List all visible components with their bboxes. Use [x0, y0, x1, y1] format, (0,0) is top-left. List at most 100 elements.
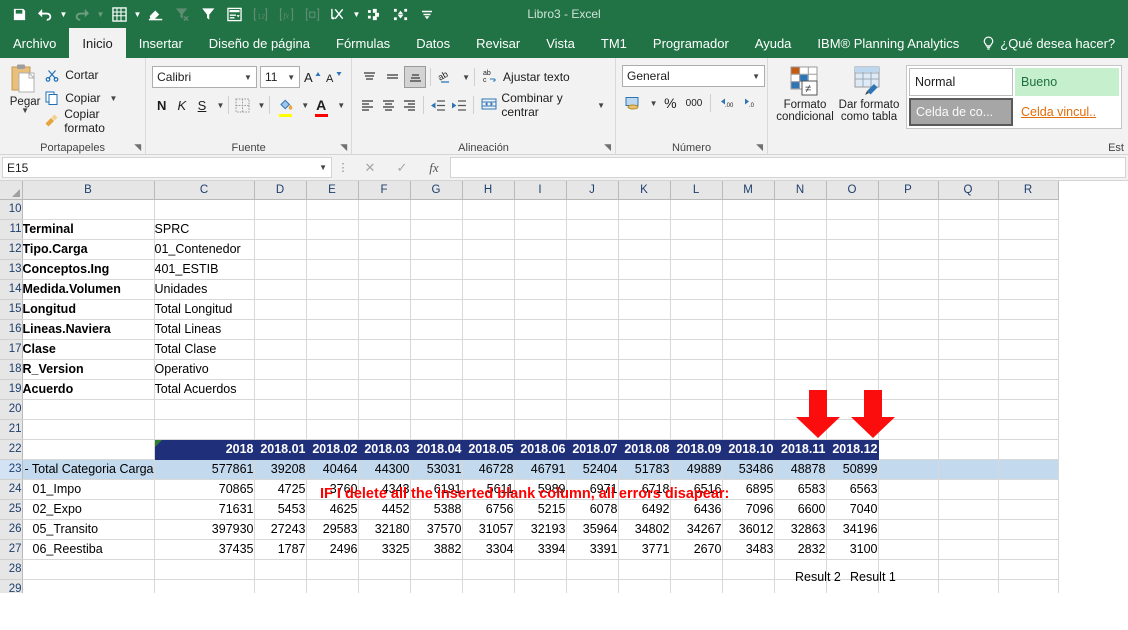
cell-E12[interactable] — [306, 239, 359, 260]
cell-K11[interactable] — [618, 219, 671, 240]
tell-me-box[interactable]: ¿Qué desea hacer? — [972, 28, 1125, 58]
cell-M19[interactable] — [722, 379, 775, 400]
cell-D27[interactable]: 1787 — [254, 539, 307, 560]
cell-O13[interactable] — [826, 259, 879, 280]
cell-N10[interactable] — [774, 199, 827, 220]
cell-L20[interactable] — [670, 399, 723, 420]
cell-D29[interactable] — [254, 579, 307, 593]
column-header-p[interactable]: P — [878, 181, 939, 200]
increase-decimal-icon[interactable]: .00 — [716, 92, 738, 114]
tab-ayuda[interactable]: Ayuda — [742, 28, 805, 58]
cell-P12[interactable] — [878, 239, 939, 260]
cell-C25[interactable]: 71631 — [154, 499, 255, 520]
row-header-23[interactable]: 23 — [0, 459, 23, 480]
cell-Q23[interactable] — [938, 459, 999, 480]
cell-D22[interactable]: 2018.01 — [254, 439, 307, 460]
cell-G16[interactable] — [410, 319, 463, 340]
cell-B29[interactable] — [22, 579, 155, 593]
cell-P26[interactable] — [878, 519, 939, 540]
cell-C24[interactable]: 70865 — [154, 479, 255, 500]
wrap-text-button[interactable]: ab c Ajustar texto — [479, 66, 574, 88]
align-middle-icon[interactable] — [381, 66, 403, 88]
align-center-icon[interactable] — [379, 94, 399, 116]
cell-G18[interactable] — [410, 359, 463, 380]
cell-P29[interactable] — [878, 579, 939, 593]
row-header-15[interactable]: 15 — [0, 299, 23, 320]
cell-P28[interactable] — [878, 559, 939, 580]
cell-Q27[interactable] — [938, 539, 999, 560]
cell-Q13[interactable] — [938, 259, 999, 280]
decrease-indent-icon[interactable] — [428, 94, 448, 116]
cell-J11[interactable] — [566, 219, 619, 240]
cell-R15[interactable] — [998, 299, 1059, 320]
cell-F20[interactable] — [358, 399, 411, 420]
cell-G24[interactable]: 6191 — [410, 479, 463, 500]
merge-center-button[interactable]: Combinar y centrar ▼ — [477, 91, 609, 119]
cell-Q28[interactable] — [938, 559, 999, 580]
borders-icon[interactable] — [233, 94, 252, 116]
cell-R24[interactable] — [998, 479, 1059, 500]
cell-J16[interactable] — [566, 319, 619, 340]
cell-J13[interactable] — [566, 259, 619, 280]
cell-E10[interactable] — [306, 199, 359, 220]
cell-C15[interactable]: Total Longitud — [154, 299, 255, 320]
increase-indent-icon[interactable] — [449, 94, 469, 116]
cell-O23[interactable]: 50899 — [826, 459, 879, 480]
cell-P25[interactable] — [878, 499, 939, 520]
cell-D20[interactable] — [254, 399, 307, 420]
cell-Q21[interactable] — [938, 419, 999, 440]
cell-N28[interactable] — [774, 559, 827, 580]
cell-O29[interactable] — [826, 579, 879, 593]
cell-F27[interactable]: 3325 — [358, 539, 411, 560]
cell-K15[interactable] — [618, 299, 671, 320]
cell-O20[interactable] — [826, 399, 879, 420]
merge-center-dropdown-icon[interactable]: ▼ — [593, 101, 605, 110]
cell-B19[interactable]: Acuerdo — [22, 379, 155, 400]
row-header-26[interactable]: 26 — [0, 519, 23, 540]
cell-F12[interactable] — [358, 239, 411, 260]
font-size-input[interactable]: 11 ▼ — [259, 66, 301, 88]
column-header-q[interactable]: Q — [938, 181, 999, 200]
cell-F19[interactable] — [358, 379, 411, 400]
underline-dropdown-icon[interactable]: ▼ — [213, 101, 225, 110]
spreadsheet-grid[interactable]: B C D E F G H I J K L M N O P Q R 10 11 Terminal SPRC 12 Tipo.… — [0, 181, 1128, 593]
cell-M26[interactable]: 36012 — [722, 519, 775, 540]
cell-H10[interactable] — [462, 199, 515, 220]
currency-format-icon[interactable] — [622, 92, 644, 114]
cell-R14[interactable] — [998, 279, 1059, 300]
cell-Q19[interactable] — [938, 379, 999, 400]
cell-B26[interactable]: 05_Transito — [22, 519, 155, 540]
cell-Q24[interactable] — [938, 479, 999, 500]
cell-E13[interactable] — [306, 259, 359, 280]
currency-dropdown-icon[interactable]: ▼ — [646, 99, 658, 108]
cell-I16[interactable] — [514, 319, 567, 340]
cell-C21[interactable] — [154, 419, 255, 440]
cell-H19[interactable] — [462, 379, 515, 400]
row-header-21[interactable]: 21 — [0, 419, 23, 440]
cell-O17[interactable] — [826, 339, 879, 360]
formula-bar-handle[interactable]: ⋮ — [332, 161, 354, 174]
row-header-25[interactable]: 25 — [0, 499, 23, 520]
tab-tm1[interactable]: TM1 — [588, 28, 640, 58]
column-header-e[interactable]: E — [306, 181, 359, 200]
cell-M29[interactable] — [722, 579, 775, 593]
cell-L16[interactable] — [670, 319, 723, 340]
cell-K17[interactable] — [618, 339, 671, 360]
cell-J28[interactable] — [566, 559, 619, 580]
cell-F10[interactable] — [358, 199, 411, 220]
cell-F29[interactable] — [358, 579, 411, 593]
number-format-dropdown-icon[interactable]: ▼ — [748, 72, 760, 81]
cell-O27[interactable]: 3100 — [826, 539, 879, 560]
cell-Q16[interactable] — [938, 319, 999, 340]
cell-I14[interactable] — [514, 279, 567, 300]
tab-formulas[interactable]: Fórmulas — [323, 28, 403, 58]
cell-E22[interactable]: 2018.02 — [306, 439, 359, 460]
style-celda-de-comprobacion[interactable]: Celda de co... — [909, 98, 1013, 126]
cell-R11[interactable] — [998, 219, 1059, 240]
cell-I27[interactable]: 3394 — [514, 539, 567, 560]
cell-C16[interactable]: Total Lineas — [154, 319, 255, 340]
cell-R22[interactable] — [998, 439, 1059, 460]
cell-H20[interactable] — [462, 399, 515, 420]
cell-H22[interactable]: 2018.05 — [462, 439, 515, 460]
cell-F13[interactable] — [358, 259, 411, 280]
